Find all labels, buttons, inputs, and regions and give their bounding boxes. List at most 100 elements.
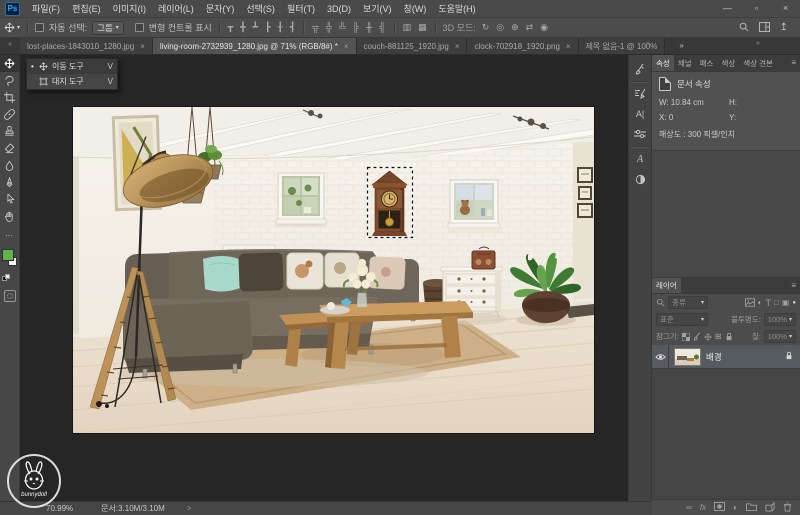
flyout-item-artboard-tool[interactable]: 대지 도구 V <box>27 74 117 89</box>
search-icon[interactable] <box>739 22 749 34</box>
tab-overflow-icon[interactable]: » <box>679 38 683 54</box>
align-left-edges-icon[interactable]: ┣ <box>264 23 271 32</box>
tool-crop[interactable] <box>0 89 20 106</box>
align-horizontal-centers-icon[interactable]: ╂ <box>276 23 283 32</box>
tool-path-selection[interactable] <box>0 191 20 208</box>
tool-lasso[interactable] <box>0 72 20 89</box>
fill-value[interactable]: 100% ▾ <box>763 330 796 343</box>
glyphs-panel-icon[interactable]: A <box>628 149 652 169</box>
menu-3d[interactable]: 3D(D) <box>321 0 357 18</box>
layer-row-background[interactable]: 배경 <box>652 344 800 369</box>
brushes-panel-icon[interactable] <box>628 59 652 79</box>
distribute-top-icon[interactable]: ╦ <box>311 23 319 32</box>
3d-roll-icon[interactable]: ◎ <box>495 23 505 32</box>
tool-clone-stamp[interactable] <box>0 123 20 140</box>
filter-type-dropdown[interactable]: 종류 ▾ <box>668 296 708 309</box>
menu-file[interactable]: 파일(F) <box>26 0 66 18</box>
blend-mode-dropdown[interactable]: 표준 ▾ <box>656 313 708 326</box>
close-button[interactable]: × <box>771 0 800 18</box>
filter-pixel-layers-icon[interactable] <box>744 298 755 307</box>
align-vertical-centers-icon[interactable]: ╋ <box>239 23 246 32</box>
menu-image[interactable]: 이미지(I) <box>107 0 152 18</box>
filter-type-layers-icon[interactable]: T <box>765 298 771 308</box>
canvas-area[interactable]: • 이동 도구 V 대지 도구 V <box>20 55 628 501</box>
filter-smart-objects-icon[interactable]: ▣ <box>782 298 790 307</box>
tool-blur[interactable] <box>0 157 20 174</box>
tab-channels[interactable]: 채널 <box>674 55 696 71</box>
menu-filter[interactable]: 필터(T) <box>281 0 321 18</box>
dock-collapse-icon[interactable]: » <box>646 40 650 47</box>
share-icon[interactable]: ↥ <box>780 22 788 33</box>
3d-slide-icon[interactable]: ⇄ <box>525 23 535 32</box>
tool-healing-brush[interactable] <box>0 106 20 123</box>
lock-transparency-icon[interactable] <box>681 332 690 341</box>
link-layers-icon[interactable]: ∞ <box>686 503 692 512</box>
tab-lost-places[interactable]: lost-places-1843010_1280.jpg × <box>20 38 153 54</box>
align-right-edges-icon[interactable]: ┫ <box>289 23 296 32</box>
close-icon[interactable]: × <box>140 42 145 51</box>
auto-select-checkbox[interactable] <box>35 23 45 32</box>
tool-move[interactable] <box>0 55 20 72</box>
flyout-item-move-tool[interactable]: • 이동 도구 V <box>27 59 117 74</box>
workspace-switcher-icon[interactable] <box>758 21 770 34</box>
new-layer-icon[interactable] <box>765 501 775 514</box>
align-bottom-edges-icon[interactable]: ┻ <box>252 23 259 32</box>
search-icon[interactable] <box>656 298 665 307</box>
layer-style-fx-icon[interactable]: fx <box>700 503 706 512</box>
minimize-button[interactable]: — <box>713 0 742 18</box>
distribute-right-icon[interactable]: ╣ <box>378 23 386 32</box>
menu-type[interactable]: 문자(Y) <box>200 0 241 18</box>
tab-paths[interactable]: 패스 <box>696 55 718 71</box>
tool-edit-toolbar[interactable]: … <box>0 225 20 242</box>
close-icon[interactable]: × <box>566 42 571 51</box>
new-adjustment-layer-icon[interactable]: ◐ <box>733 503 738 512</box>
opacity-value[interactable]: 100% ▾ <box>763 313 796 326</box>
clone-source-panel-icon[interactable] <box>628 169 652 189</box>
adjustments-panel-icon[interactable] <box>628 124 652 144</box>
tab-swatches[interactable]: 색상 견본 <box>739 55 777 71</box>
tab-untitled[interactable]: 제목 없음-1 @ 100% <box>578 38 666 54</box>
filter-adjustment-layers-icon[interactable]: ◐ <box>758 298 763 307</box>
tool-pen[interactable] <box>0 174 20 191</box>
x-field[interactable]: X: 0 <box>659 113 729 122</box>
tab-living-room-active[interactable]: living-room-2732939_1280.jpg @ 71% (RGB/… <box>152 38 357 54</box>
document-canvas-image[interactable] <box>72 106 595 433</box>
3d-zoom-camera-icon[interactable]: ◉ <box>539 23 549 32</box>
width-field[interactable]: W: 10.84 cm <box>659 98 729 107</box>
layer-thumbnail[interactable] <box>674 347 701 366</box>
foreground-color-swatch[interactable] <box>1 249 14 261</box>
tab-properties[interactable]: 속성 <box>652 55 674 71</box>
panel-menu-icon[interactable]: ≡ <box>787 55 800 71</box>
tool-eraser[interactable] <box>0 140 20 157</box>
y-field[interactable]: Y: <box>729 113 793 122</box>
align-to-selection-icon[interactable]: ▥ <box>402 23 413 32</box>
distribute-vertical-icon[interactable]: ╬ <box>325 23 333 32</box>
default-colors-icon[interactable] <box>1 274 12 282</box>
move-tool-icon[interactable]: ▾ <box>4 22 20 33</box>
menu-window[interactable]: 창(W) <box>398 0 433 18</box>
menu-select[interactable]: 선택(S) <box>240 0 281 18</box>
height-field[interactable]: H: <box>729 98 793 107</box>
transform-controls-checkbox[interactable] <box>134 23 144 32</box>
character-panel-icon[interactable]: A| <box>628 104 652 124</box>
zoom-level[interactable]: 70.99% <box>46 504 73 513</box>
3d-pan-icon[interactable]: ⊕ <box>510 23 520 32</box>
brush-settings-panel-icon[interactable] <box>628 84 652 104</box>
3d-orbit-icon[interactable]: ↻ <box>481 23 491 32</box>
new-group-icon[interactable] <box>746 502 757 513</box>
menu-help[interactable]: 도움말(H) <box>432 0 481 18</box>
align-top-edges-icon[interactable]: ┳ <box>227 23 234 32</box>
lock-all-icon[interactable] <box>725 332 733 341</box>
tab-layers[interactable]: 레이어 <box>652 278 681 293</box>
close-icon[interactable]: × <box>344 42 349 51</box>
quick-mask-button[interactable] <box>3 290 16 302</box>
distribute-bottom-icon[interactable]: ╩ <box>338 23 346 32</box>
close-icon[interactable]: × <box>455 42 460 51</box>
menu-edit[interactable]: 편집(E) <box>66 0 107 18</box>
filter-shape-layers-icon[interactable]: □ <box>774 298 779 307</box>
auto-select-dropdown[interactable]: 그룹 ▾ <box>92 20 124 35</box>
lock-position-icon[interactable] <box>704 332 712 341</box>
panel-collapse-icon[interactable]: » <box>756 40 760 47</box>
tab-clock[interactable]: clock-702918_1920.png × <box>467 38 579 54</box>
distribute-center-icon[interactable]: ╫ <box>365 23 373 32</box>
